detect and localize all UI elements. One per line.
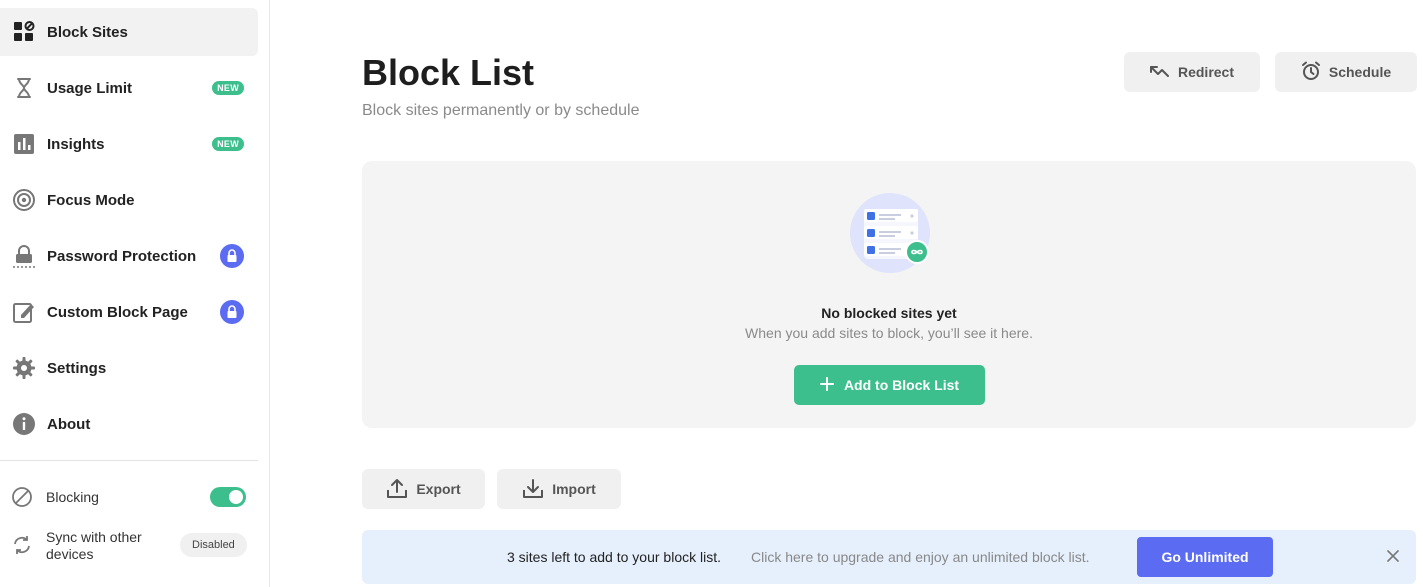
sidebar-item-custom-block-page[interactable]: Custom Block Page xyxy=(0,288,258,336)
sidebar-item-label: Usage Limit xyxy=(47,79,133,97)
empty-list-illustration xyxy=(850,193,930,273)
sidebar-item-about[interactable]: About xyxy=(0,400,258,448)
blocked-circle-icon xyxy=(11,486,33,508)
redirect-label: Redirect xyxy=(1177,64,1235,80)
sidebar-divider xyxy=(0,460,258,461)
info-icon xyxy=(12,412,36,436)
sidebar-item-focus-mode[interactable]: Focus Mode xyxy=(0,176,258,224)
close-icon[interactable] xyxy=(1384,547,1402,565)
sync-row: Sync with other devices Disabled xyxy=(0,527,258,563)
add-button-label: Add to Block List xyxy=(843,377,960,393)
empty-state-subtitle: When you add sites to block, you’ll see … xyxy=(745,325,1033,341)
import-button[interactable]: Import xyxy=(497,469,621,509)
sidebar-item-label: About xyxy=(47,415,91,433)
block-sites-icon xyxy=(12,20,36,44)
block-list-empty-state: No blocked sites yet When you add sites … xyxy=(362,161,1416,428)
export-button[interactable]: Export xyxy=(362,469,485,509)
add-to-block-list-button[interactable]: Add to Block List xyxy=(794,365,985,405)
sidebar-item-password-protection[interactable]: Password Protection xyxy=(0,232,258,280)
schedule-label: Schedule xyxy=(1328,64,1392,80)
empty-state-title: No blocked sites yet xyxy=(821,305,957,321)
sidebar-item-block-sites[interactable]: Block Sites xyxy=(0,8,258,56)
target-icon xyxy=(12,188,36,212)
upgrade-banner[interactable]: 3 sites left to add to your block list. … xyxy=(362,530,1416,584)
page-title: Block List xyxy=(362,52,535,93)
sidebar-item-usage-limit[interactable]: Usage Limit NEW xyxy=(0,64,258,112)
sidebar-item-label: Insights xyxy=(47,135,105,153)
sidebar-item-label: Focus Mode xyxy=(47,191,135,209)
sidebar-item-label: Block Sites xyxy=(47,23,128,41)
redirect-button[interactable]: Redirect xyxy=(1124,52,1260,92)
blocking-label: Blocking xyxy=(46,489,99,505)
upload-icon xyxy=(386,477,408,502)
sidebar-item-insights[interactable]: Insights NEW xyxy=(0,120,258,168)
banner-sub-text[interactable]: Click here to upgrade and enjoy an unlim… xyxy=(751,549,1090,565)
sync-label: Sync with other devices xyxy=(46,529,142,562)
redirect-arrow-icon xyxy=(1149,63,1170,82)
alarm-clock-icon xyxy=(1301,61,1321,84)
sidebar: Block Sites Usage Limit NEW Insights NEW xyxy=(0,0,270,587)
plus-icon xyxy=(819,376,834,394)
go-unlimited-button[interactable]: Go Unlimited xyxy=(1137,537,1273,577)
new-badge: NEW xyxy=(212,81,244,95)
bar-chart-icon xyxy=(12,132,36,156)
sync-status-badge[interactable]: Disabled xyxy=(180,533,247,557)
premium-lock-icon xyxy=(220,300,244,324)
download-icon xyxy=(522,477,544,502)
edit-page-icon xyxy=(12,300,36,324)
premium-lock-icon xyxy=(220,244,244,268)
import-label: Import xyxy=(552,481,596,497)
sync-icon xyxy=(11,534,33,556)
page-subtitle: Block sites permanently or by schedule xyxy=(362,102,640,119)
sidebar-item-label: Password Protection xyxy=(47,247,197,265)
blocking-toggle-row: Blocking xyxy=(0,480,258,514)
hourglass-icon xyxy=(12,76,36,100)
lock-icon xyxy=(12,244,36,268)
gear-icon xyxy=(12,356,36,380)
export-label: Export xyxy=(416,481,461,497)
new-badge: NEW xyxy=(212,137,244,151)
toggle-knob xyxy=(229,490,243,504)
sidebar-item-label: Custom Block Page xyxy=(47,303,188,321)
sidebar-item-label: Settings xyxy=(47,359,107,377)
blocking-toggle[interactable] xyxy=(210,487,246,507)
sidebar-item-settings[interactable]: Settings xyxy=(0,344,258,392)
schedule-button[interactable]: Schedule xyxy=(1275,52,1417,92)
banner-main-text: 3 sites left to add to your block list. xyxy=(507,549,721,565)
